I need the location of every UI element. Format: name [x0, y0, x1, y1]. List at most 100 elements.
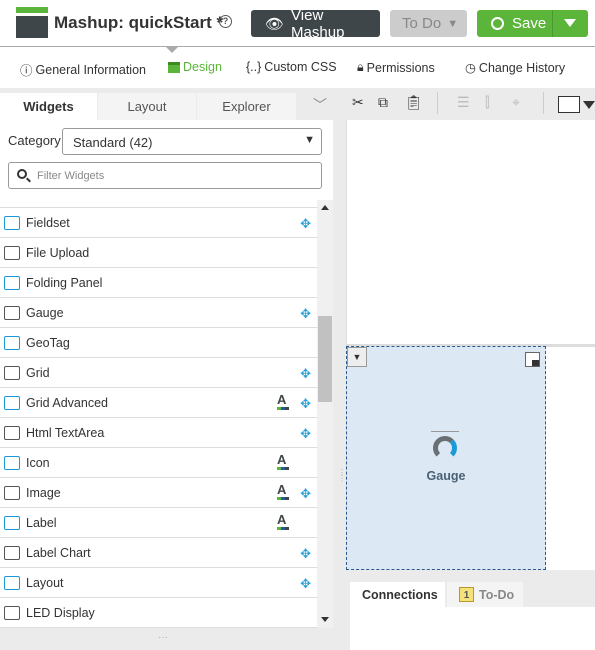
move-icon[interactable]: ✥: [300, 306, 311, 322]
chevron-down-icon: ▼: [447, 17, 459, 30]
list-item[interactable]: Fieldset ✥: [0, 208, 317, 238]
widget-list: Fieldset ✥ File Upload Folding Panel Gauge ✥ G…: [0, 200, 317, 628]
move-icon[interactable]: ✥: [300, 426, 311, 442]
list-item[interactable]: Icon A: [0, 448, 317, 478]
move-icon[interactable]: ✥: [300, 216, 311, 232]
tab-general-information[interactable]: ⓘ General Information: [20, 60, 146, 79]
eye-icon: 👁: [265, 15, 285, 33]
align-vertical-icon[interactable]: ⫿: [485, 94, 489, 111]
chevron-down-icon[interactable]: ﹀: [313, 95, 327, 115]
align-horizontal-icon[interactable]: ☰: [457, 94, 470, 111]
dropdown-arrow-icon: ▼: [304, 134, 315, 146]
design-icon: [168, 61, 180, 73]
connections-content: [350, 607, 595, 650]
paste-icon[interactable]: 📋︎: [405, 94, 423, 111]
style-icon[interactable]: A: [277, 393, 289, 410]
divider: [431, 431, 459, 432]
tab-layout[interactable]: Layout: [98, 93, 196, 120]
move-icon[interactable]: ✥: [300, 366, 311, 382]
widget-icon: [4, 275, 20, 290]
widget-icon: [4, 575, 20, 590]
divider: [543, 92, 544, 114]
widget-icon: [4, 455, 20, 470]
widget-icon: [4, 245, 20, 260]
widget-menu-icon[interactable]: ▼: [347, 347, 367, 367]
widget-icon: [4, 425, 20, 440]
save-button[interactable]: Save: [477, 10, 588, 37]
tab-change-history[interactable]: ◷ Change History: [465, 60, 565, 76]
list-item[interactable]: Html TextArea ✥: [0, 418, 317, 448]
info-icon: ⓘ: [20, 64, 33, 78]
move-icon[interactable]: ✥: [300, 546, 311, 562]
todo-button[interactable]: To Do ▼: [390, 10, 467, 37]
tab-explorer[interactable]: Explorer: [197, 93, 296, 120]
list-item[interactable]: GeoTag: [0, 328, 317, 358]
tab-connections[interactable]: Connections: [350, 582, 445, 607]
active-tab-caret: [166, 47, 178, 53]
widget-icon: [4, 215, 20, 230]
list-item[interactable]: Label Chart ✥: [0, 538, 317, 568]
search-icon: [17, 169, 27, 179]
tab-custom-css[interactable]: {..} Custom CSS: [246, 60, 337, 74]
layout-preset-icon[interactable]: [558, 96, 580, 113]
layout-dropdown-icon[interactable]: [583, 101, 595, 109]
cut-icon[interactable]: ✂: [352, 94, 364, 111]
scrollbar[interactable]: [317, 200, 333, 628]
style-icon[interactable]: A: [277, 513, 289, 530]
move-icon[interactable]: ✥: [300, 396, 311, 412]
list-item[interactable]: Folding Panel: [0, 268, 317, 298]
gauge-widget[interactable]: ▼ Gauge: [346, 346, 546, 570]
category-label: Category: [8, 133, 61, 148]
style-icon[interactable]: A: [277, 453, 289, 470]
list-item[interactable]: LED Display: [0, 598, 317, 628]
style-icon[interactable]: A: [277, 483, 289, 500]
lock-icon: 🔒︎: [357, 60, 364, 74]
widget-icon: [4, 395, 20, 410]
filter-widgets-input[interactable]: Filter Widgets: [8, 162, 322, 189]
list-item: [0, 200, 317, 208]
lock-icon[interactable]: [525, 352, 540, 367]
move-icon[interactable]: ✥: [300, 576, 311, 592]
widget-icon: [4, 365, 20, 380]
css-icon: {..}: [246, 60, 262, 74]
widget-icon: [4, 545, 20, 560]
widget-icon: [4, 605, 20, 620]
clock-icon: ◷: [465, 61, 476, 75]
gauge-icon: [433, 436, 457, 460]
widget-icon: [4, 305, 20, 320]
scrollbar-thumb[interactable]: [318, 316, 332, 402]
list-item[interactable]: File Upload: [0, 238, 317, 268]
scroll-down-icon[interactable]: [321, 617, 329, 622]
list-item[interactable]: Grid Advanced A ✥: [0, 388, 317, 418]
list-item[interactable]: Grid ✥: [0, 358, 317, 388]
move-icon[interactable]: ✥: [300, 486, 311, 502]
tab-widgets[interactable]: Widgets: [0, 93, 97, 120]
circle-icon: [491, 17, 504, 30]
category-select[interactable]: Standard (42) ▼: [62, 128, 322, 155]
page-title: Mashup: quickStart *: [54, 13, 224, 32]
widget-icon: [4, 335, 20, 350]
panel-footer: ···: [0, 628, 333, 650]
panel-splitter[interactable]: ⋮ ⋮: [333, 120, 346, 650]
list-item[interactable]: Gauge ✥: [0, 298, 317, 328]
list-item[interactable]: Label A: [0, 508, 317, 538]
scroll-up-icon[interactable]: [321, 205, 329, 210]
widget-icon: [4, 515, 20, 530]
widget-label: Gauge: [426, 469, 466, 483]
widget-icon: [4, 485, 20, 500]
divider: [0, 46, 595, 47]
todo-count-badge: 1: [459, 587, 474, 602]
tab-todo[interactable]: 1 To-Do: [447, 582, 523, 607]
list-item[interactable]: Image A ✥: [0, 478, 317, 508]
view-mashup-button[interactable]: 👁 View Mashup: [251, 7, 380, 41]
question-circle-icon[interactable]: ?: [219, 15, 232, 28]
tab-design[interactable]: Design: [168, 60, 222, 74]
save-dropdown-icon[interactable]: [564, 19, 576, 27]
logo: [16, 7, 48, 39]
resize-icon[interactable]: ⌖: [512, 94, 520, 111]
mashup-canvas[interactable]: [346, 120, 595, 345]
list-item[interactable]: Layout ✥: [0, 568, 317, 598]
tab-permissions[interactable]: 🔒︎ Permissions: [357, 60, 435, 75]
divider: [437, 92, 438, 114]
copy-icon[interactable]: ⧉: [378, 94, 388, 111]
